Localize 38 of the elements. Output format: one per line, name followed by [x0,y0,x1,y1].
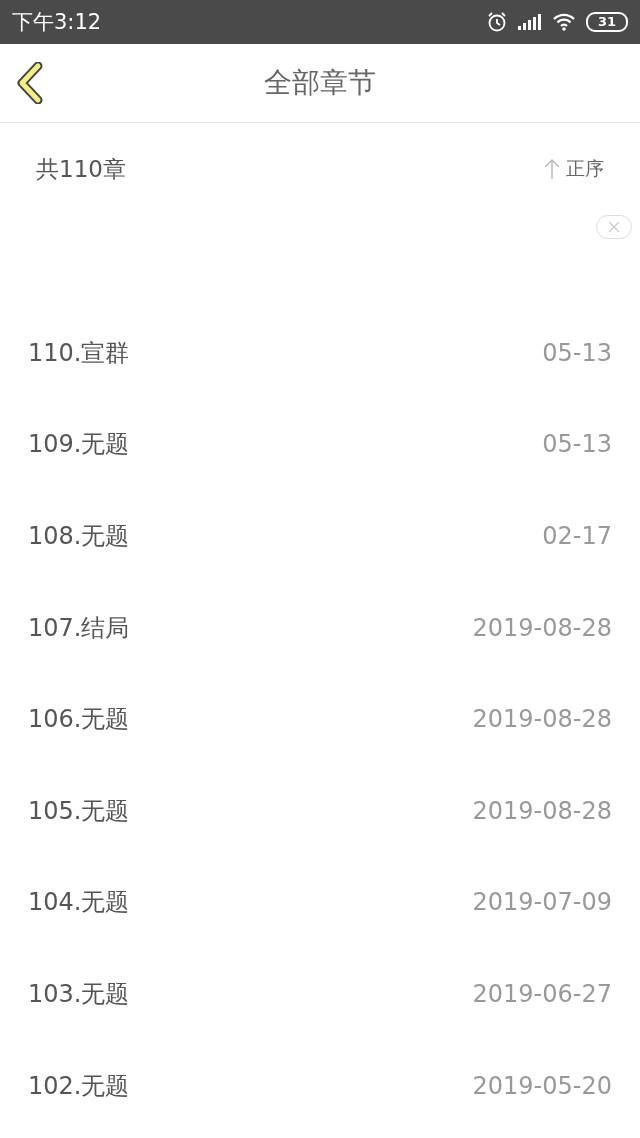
chapter-date: 2019-08-28 [472,796,612,825]
chapter-date: 2019-05-20 [472,1071,612,1100]
chapter-title: 110.宣群 [28,337,130,369]
chapter-title: 105.无题 [28,795,130,827]
chapter-item[interactable]: 110.宣群 05-13 [0,307,640,399]
chapter-item[interactable]: 106.无题 2019-08-28 [0,673,640,765]
page-title: 全部章节 [264,65,376,101]
chapter-date: 2019-08-28 [472,705,612,734]
chapter-item[interactable]: 109.无题 05-13 [0,398,640,491]
chapter-item[interactable]: 103.无题 2019-06-27 [0,948,640,1040]
chapter-count: 共110章 [36,154,126,184]
wifi-icon [551,13,576,31]
chapter-date: 05-13 [542,430,612,459]
chapter-title: 108.无题 [28,521,130,552]
chapter-title: 109.无题 [28,429,130,461]
chapter-date: 2019-07-09 [472,888,612,917]
chapter-date: 2019-08-28 [472,613,612,642]
signal-icon [517,13,542,31]
back-button[interactable] [14,62,44,104]
chapter-item[interactable]: 102.无题 2019-05-20 [0,1039,640,1132]
up-arrow-icon [544,159,560,179]
sort-button[interactable]: 正序 [544,156,604,182]
chapter-title: 104.无题 [28,887,130,919]
chapter-item[interactable]: 105.无题 2019-08-28 [0,764,640,857]
chapter-item[interactable]: 108.无题 02-17 [0,490,640,582]
chapter-title: 103.无题 [28,978,130,1010]
chapter-item[interactable]: 104.无题 2019-07-09 [0,856,640,949]
chapter-date: 2019-06-27 [472,979,612,1008]
status-time: 下午3:12 [12,9,102,36]
close-icon [607,220,621,234]
back-chevron-icon [14,62,44,104]
battery-indicator: 31 [585,12,628,32]
chapter-title: 102.无题 [28,1070,130,1102]
chapter-item[interactable]: 107.结局 2019-08-28 [0,581,640,674]
chapter-title: 107.结局 [28,612,130,644]
chapter-date: 05-13 [542,338,612,367]
chapter-title: 106.无题 [28,704,130,736]
chapter-date: 02-17 [542,522,612,550]
